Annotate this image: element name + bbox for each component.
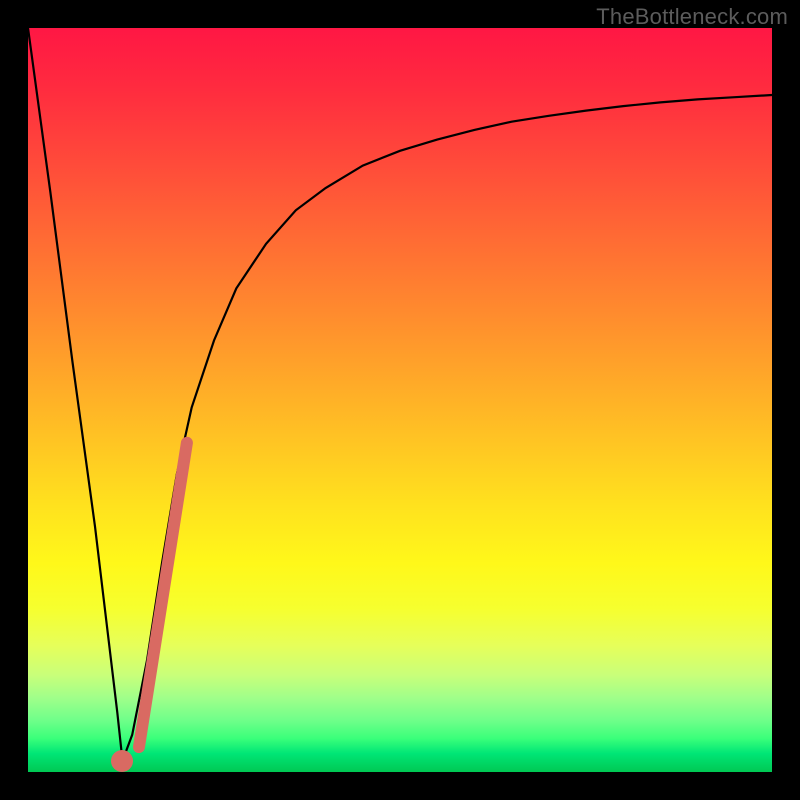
chart-frame: TheBottleneck.com — [0, 0, 800, 800]
optimum-marker — [111, 750, 133, 772]
watermark-text: TheBottleneck.com — [596, 4, 788, 30]
plot-area — [28, 28, 772, 772]
bottleneck-curve — [28, 28, 772, 772]
